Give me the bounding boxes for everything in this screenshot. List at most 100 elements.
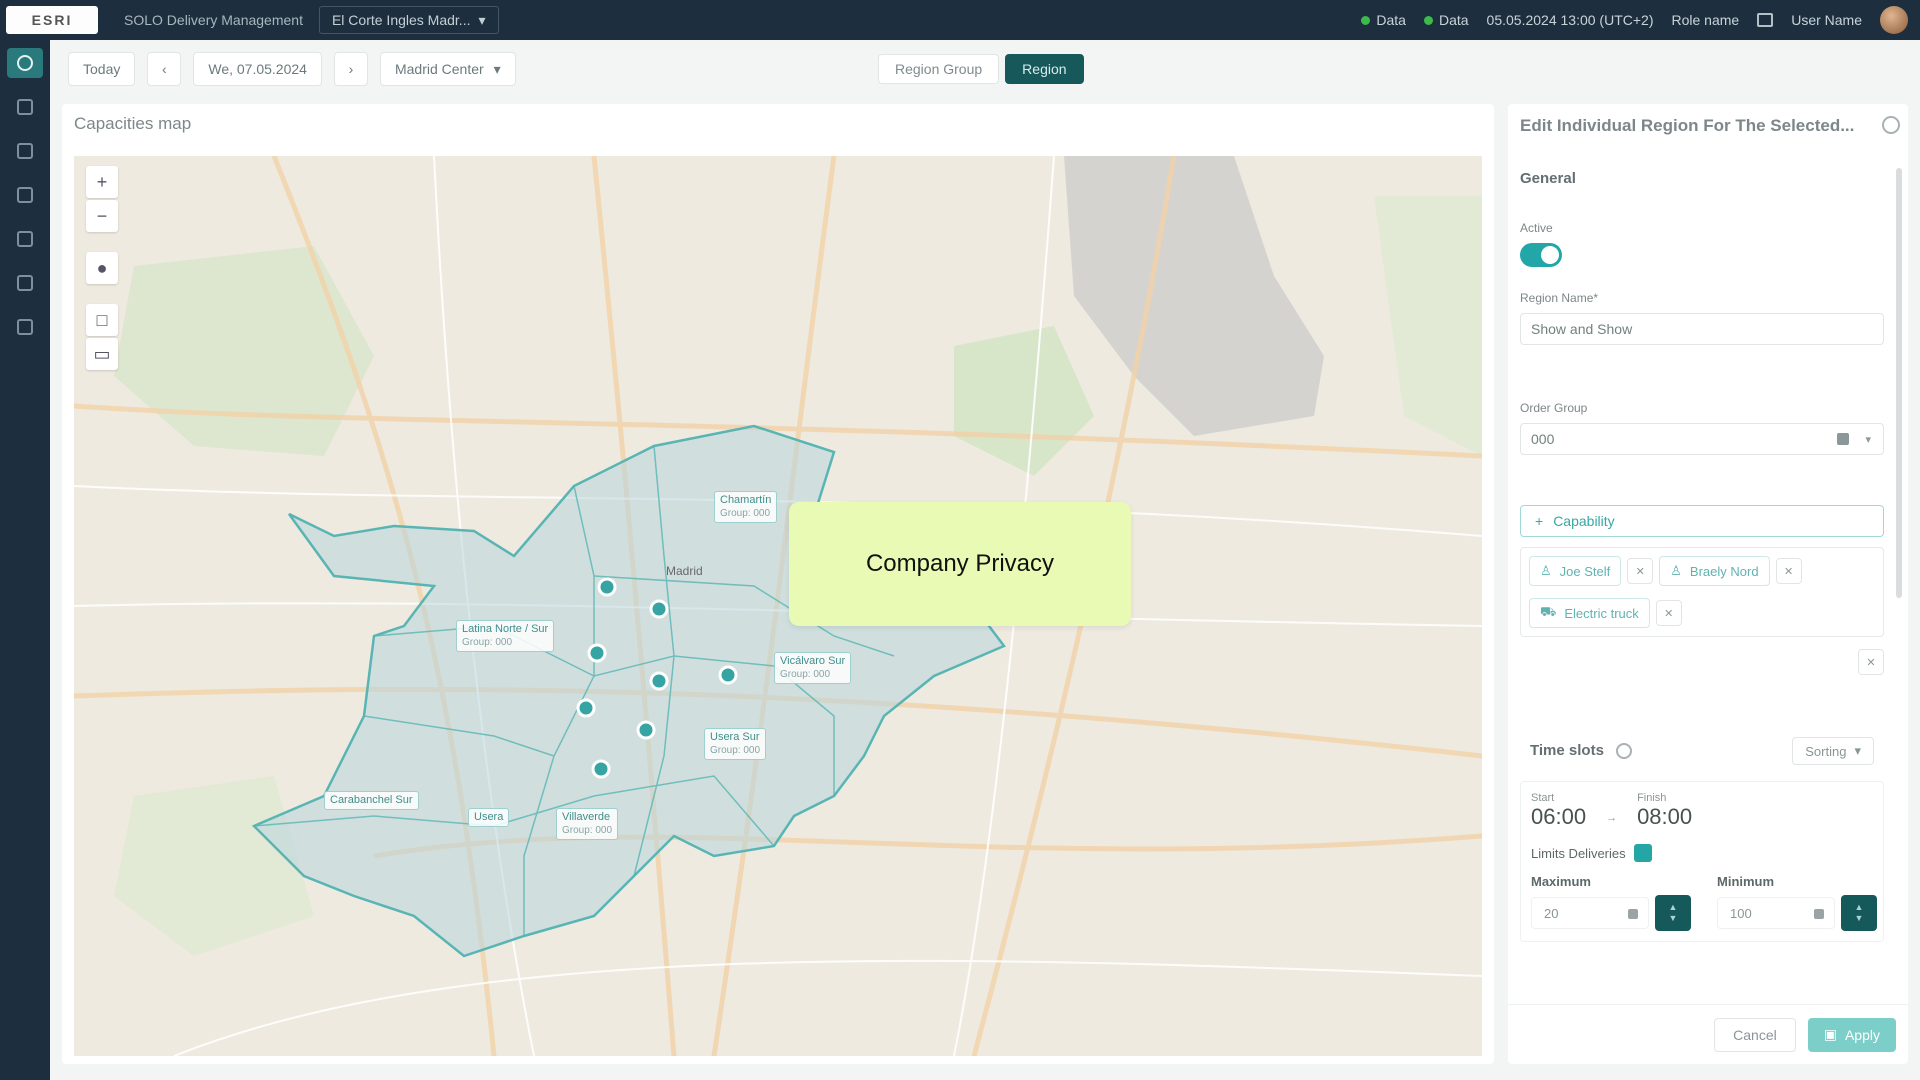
order-group-label: Order Group xyxy=(1520,401,1588,415)
region-label-group: Group: 000 xyxy=(462,637,513,648)
chip-text: Joe Stelf xyxy=(1559,563,1611,579)
date-picker[interactable]: We, 07.05.2024 xyxy=(193,52,322,86)
sidebar-item-announcements[interactable] xyxy=(7,312,43,342)
region-label[interactable]: Chamartín Group: 000 xyxy=(714,491,778,523)
toolbar: Today ‹ We, 07.05.2024 › Madrid Center ▾ xyxy=(68,52,516,86)
clear-all-icon[interactable]: ✕ xyxy=(1858,649,1884,675)
previous-day-button[interactable]: ‹ xyxy=(147,52,182,86)
cancel-button[interactable]: Cancel xyxy=(1714,1017,1796,1052)
delete-icon[interactable]: ▭ xyxy=(86,338,118,370)
region-name-input[interactable]: Show and Show xyxy=(1520,313,1884,345)
locate-icon[interactable]: ● xyxy=(86,252,118,284)
chip-label[interactable]: ⛟ Electric truck xyxy=(1529,598,1650,628)
capability-chip: ♙ Joe Stelf ✕ xyxy=(1529,556,1654,586)
plus-icon: + xyxy=(1535,513,1544,529)
map-svg xyxy=(74,156,1482,1056)
role-name[interactable]: Role name xyxy=(1672,12,1740,28)
region-label[interactable]: Villaverde Group: 000 xyxy=(556,808,619,840)
sidebar-item-settings[interactable] xyxy=(7,268,43,298)
zoom-in-button[interactable]: + xyxy=(86,166,118,198)
truck-icon xyxy=(17,99,33,115)
region-tab[interactable]: Region xyxy=(1005,54,1084,84)
apply-button[interactable]: ▣ Apply xyxy=(1807,1017,1896,1052)
status-label: Data xyxy=(1376,12,1406,28)
sidebar-item-deliveries[interactable] xyxy=(7,92,43,122)
view-toggle: Region Group Region xyxy=(878,54,1084,84)
company-logo[interactable]: ESRI xyxy=(6,6,98,34)
privacy-overlay: Company Privacy xyxy=(789,502,1131,626)
avatar[interactable] xyxy=(1880,6,1908,34)
chat-icon xyxy=(17,187,33,203)
help-icon[interactable] xyxy=(1616,742,1633,759)
region-group-tab[interactable]: Region Group xyxy=(878,54,1000,84)
limits-deliveries-checkbox[interactable] xyxy=(1633,844,1652,862)
chevron-down-icon: ▾ xyxy=(493,60,501,77)
next-day-button[interactable]: › xyxy=(333,52,368,86)
status-dot-icon xyxy=(1423,15,1433,25)
region-label-name: Vicálvaro Sur xyxy=(780,655,846,667)
top-bar: ESRI SOLO Delivery Management El Corte I… xyxy=(0,0,1920,40)
person-icon: ♙ xyxy=(1670,563,1682,578)
remove-chip-button[interactable]: ✕ xyxy=(1775,558,1802,584)
chevron-down-icon: ▾ xyxy=(478,11,486,28)
chevron-down-icon: ▾ xyxy=(1854,743,1861,758)
region-label[interactable]: Latina Norte / Sur Group: 000 xyxy=(456,620,555,652)
sidebar xyxy=(0,40,50,1080)
info-icon[interactable] xyxy=(1882,116,1900,134)
panel-title: Edit Individual Region For The Selected.… xyxy=(1520,116,1855,135)
sidebar-item-home[interactable] xyxy=(7,48,43,78)
time-slot-card: Start 06:00 → Finish 08:00 Limits Delive… xyxy=(1520,781,1884,942)
save-icon: ▣ xyxy=(1823,1026,1837,1042)
clock-icon xyxy=(17,231,33,247)
chip-label[interactable]: ♙ Joe Stelf xyxy=(1529,556,1622,586)
sidebar-item-documents[interactable] xyxy=(7,136,43,166)
center-select[interactable]: Madrid Center ▾ xyxy=(379,52,516,86)
user-name[interactable]: User Name xyxy=(1791,12,1862,28)
start-time[interactable]: 06:00 xyxy=(1531,804,1586,830)
person-icon: ♙ xyxy=(1540,563,1552,578)
add-capability-button[interactable]: + Capability xyxy=(1520,505,1884,537)
clear-icon[interactable] xyxy=(1837,433,1849,445)
region-label-name: Usera Sur xyxy=(710,731,760,743)
sorting-select[interactable]: Sorting ▾ xyxy=(1792,737,1874,765)
status-label: Data xyxy=(1438,12,1469,28)
capability-chip: ⛟ Electric truck ✕ xyxy=(1529,598,1682,628)
map-canvas[interactable]: + − ● □ ▭ Madrid Chamartín Group: 000 La… xyxy=(74,156,1482,1056)
maximum-stepper[interactable]: ▲ ▼ xyxy=(1655,895,1691,931)
sidebar-item-schedule[interactable] xyxy=(7,224,43,254)
scrollbar[interactable] xyxy=(1896,168,1902,598)
settings-icon xyxy=(17,275,33,291)
region-label[interactable]: Carabanchel Sur xyxy=(324,791,419,810)
region-label-name: Carabanchel Sur xyxy=(330,794,413,806)
region-label[interactable]: Vicálvaro Sur Group: 000 xyxy=(774,652,852,684)
chip-label[interactable]: ♙ Braely Nord xyxy=(1659,556,1770,586)
active-toggle[interactable] xyxy=(1520,243,1562,267)
sorting-label: Sorting xyxy=(1805,743,1847,759)
zoom-out-button[interactable]: − xyxy=(86,200,118,232)
chip-text: Electric truck xyxy=(1564,605,1639,621)
region-label-group: Group: 000 xyxy=(562,825,613,836)
notifications-icon[interactable] xyxy=(1757,13,1774,27)
document-icon xyxy=(17,143,33,159)
megaphone-icon xyxy=(17,319,33,335)
app-title: SOLO Delivery Management xyxy=(124,12,303,28)
center-select-label: Madrid Center xyxy=(394,61,484,77)
tenant-select[interactable]: El Corte Ingles Madr... ▾ xyxy=(318,6,499,34)
edit-form: General Active Region Name* Show and Sho… xyxy=(1520,158,1890,942)
draw-polygon-icon[interactable]: □ xyxy=(86,304,118,336)
order-group-select[interactable]: 000 ▾ xyxy=(1520,423,1884,455)
minimum-input[interactable]: 100 xyxy=(1717,897,1835,929)
time-slots-label: Time slots xyxy=(1530,742,1604,759)
remove-chip-button[interactable]: ✕ xyxy=(1627,558,1654,584)
minimum-stepper[interactable]: ▲ ▼ xyxy=(1841,895,1877,931)
panel-title: Capacities map xyxy=(74,114,192,133)
panel-footer: Cancel ▣ Apply xyxy=(1508,1004,1908,1064)
today-button[interactable]: Today xyxy=(68,52,136,86)
maximum-input[interactable]: 20 xyxy=(1531,897,1649,929)
region-label[interactable]: Usera xyxy=(468,808,510,827)
sidebar-item-messages[interactable] xyxy=(7,180,43,210)
region-label[interactable]: Usera Sur Group: 000 xyxy=(704,728,767,760)
limits-deliveries-label: Limits Deliveries xyxy=(1531,845,1626,861)
remove-chip-button[interactable]: ✕ xyxy=(1655,600,1682,626)
finish-time[interactable]: 08:00 xyxy=(1637,804,1692,830)
